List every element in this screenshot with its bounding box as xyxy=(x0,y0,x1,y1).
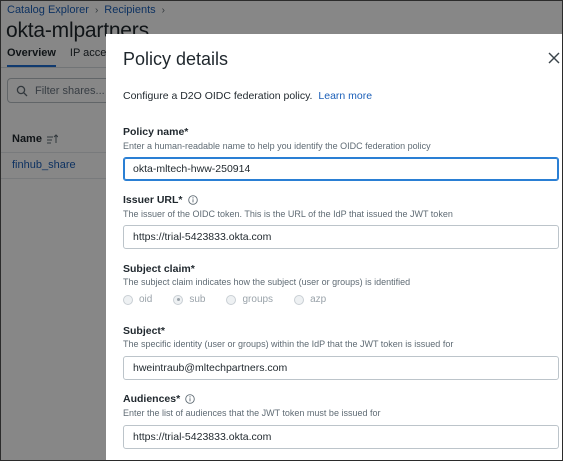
dialog-intro: Configure a D2O OIDC federation policy. … xyxy=(123,90,372,102)
radio-label: oid xyxy=(139,294,153,305)
audiences-input[interactable] xyxy=(123,425,559,449)
info-icon[interactable] xyxy=(187,195,198,205)
learn-more-link[interactable]: Learn more xyxy=(318,90,372,102)
issuer-url-input[interactable] xyxy=(123,225,559,249)
subject-claim-radio-group: oid sub groups azp xyxy=(123,294,347,305)
issuer-url-label-text: Issuer URL* xyxy=(123,194,183,206)
audiences-help: Enter the list of audiences that the JWT… xyxy=(123,408,381,418)
radio-label: azp xyxy=(310,294,327,305)
subject-claim-label-text: Subject claim* xyxy=(123,263,195,275)
issuer-url-label: Issuer URL* xyxy=(123,194,198,206)
policy-name-label-text: Policy name* xyxy=(123,126,189,138)
radio-groups[interactable]: groups xyxy=(226,294,273,305)
subject-label-text: Subject* xyxy=(123,325,166,337)
radio-button xyxy=(226,294,237,305)
policy-details-dialog: Policy details Configure a D2O OIDC fede… xyxy=(106,34,562,460)
window-frame: Catalog Explorer › Recipients › okta-mlp… xyxy=(0,0,563,461)
close-icon xyxy=(548,52,560,64)
intro-text: Configure a D2O OIDC federation policy. xyxy=(123,90,313,102)
close-button[interactable] xyxy=(546,50,562,66)
policy-name-label: Policy name* xyxy=(123,126,188,138)
subject-claim-help: The subject claim indicates how the subj… xyxy=(123,277,411,287)
subject-input[interactable] xyxy=(123,356,559,380)
radio-label: sub xyxy=(189,294,206,305)
subject-help: The specific identity (user or groups) w… xyxy=(123,339,454,349)
info-icon[interactable] xyxy=(185,394,195,404)
policy-name-input[interactable] xyxy=(123,157,559,181)
radio-azp[interactable]: azp xyxy=(294,294,326,305)
radio-button xyxy=(123,294,133,305)
subject-claim-label: Subject claim* xyxy=(123,263,195,275)
radio-button-selected xyxy=(173,294,184,305)
issuer-url-help: The issuer of the OIDC token. This is th… xyxy=(123,209,453,219)
policy-name-help: Enter a human-readable name to help you … xyxy=(123,141,431,151)
radio-button xyxy=(294,294,305,305)
radio-oid[interactable]: oid xyxy=(123,294,152,305)
dialog-title: Policy details xyxy=(123,49,229,69)
subject-label: Subject* xyxy=(123,325,165,337)
audiences-label: Audiences* xyxy=(123,393,195,405)
radio-sub[interactable]: sub xyxy=(173,294,205,305)
audiences-label-text: Audiences* xyxy=(123,393,181,405)
radio-label: groups xyxy=(242,294,274,305)
